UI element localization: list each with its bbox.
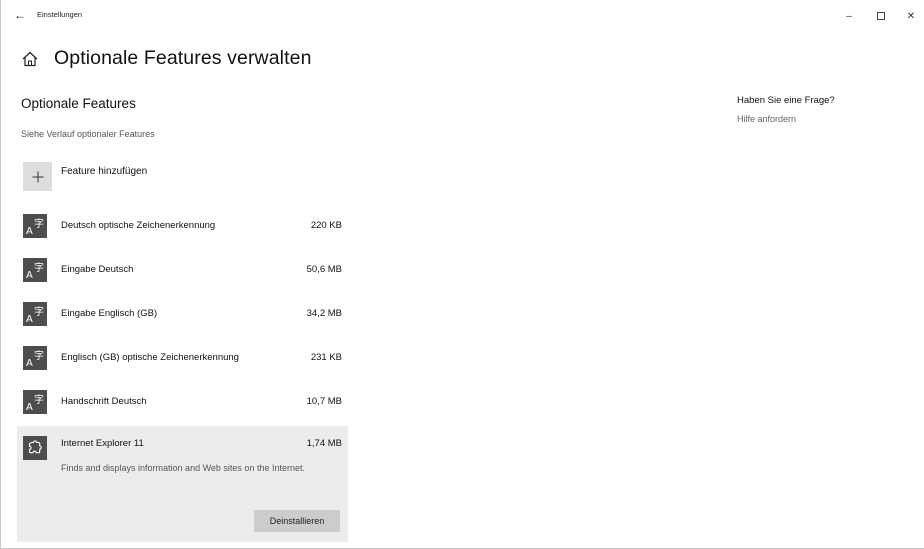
back-arrow-icon: ←: [14, 8, 26, 22]
feature-size: 231 KB: [310, 352, 342, 363]
add-feature-label[interactable]: Feature hinzufügen: [61, 166, 147, 177]
feature-item[interactable]: A 字 Handschrift Deutsch 10,7 MB: [17, 381, 348, 425]
feature-name: Deutsch optische Zeichenerkennung: [61, 220, 216, 231]
feature-size: 34,2 MB: [306, 308, 342, 319]
language-icon: A 字: [23, 302, 47, 326]
feature-item[interactable]: A 字 Englisch (GB) optische Zeichenerkenn…: [17, 337, 348, 381]
puzzle-icon: [23, 436, 47, 460]
svg-text:A: A: [26, 226, 33, 237]
help-link[interactable]: Hilfe anfordern: [737, 114, 796, 124]
svg-text:A: A: [26, 358, 33, 369]
svg-text:字: 字: [34, 217, 44, 230]
uninstall-button[interactable]: Deinstallieren: [254, 510, 340, 532]
feature-name: Englisch (GB) optische Zeichenerkennung: [61, 352, 239, 363]
plus-icon: [32, 171, 43, 182]
svg-text:字: 字: [34, 261, 44, 274]
feature-item[interactable]: A 字 Eingabe Deutsch 50,6 MB: [17, 249, 348, 293]
feature-size: 10,7 MB: [306, 396, 342, 407]
feature-name: Internet Explorer 11: [61, 438, 144, 449]
language-icon: A 字: [23, 214, 47, 238]
svg-text:A: A: [26, 402, 33, 413]
language-icon: A 字: [23, 346, 47, 370]
feature-item-selected[interactable]: Internet Explorer 11 1,74 MB Finds and d…: [17, 426, 348, 542]
home-icon[interactable]: [21, 50, 39, 68]
maximize-button[interactable]: [867, 4, 895, 28]
minimize-button[interactable]: –: [835, 4, 863, 28]
feature-list: A 字 Deutsch optische Zeichenerkennung 22…: [17, 205, 348, 542]
minimize-icon: –: [846, 10, 852, 22]
close-button[interactable]: ✕: [897, 4, 924, 28]
svg-text:字: 字: [34, 393, 44, 406]
maximize-icon: [877, 12, 885, 20]
window-title: Einstellungen: [37, 10, 83, 19]
settings-window: ← Einstellungen – ✕ Optionale Features v…: [0, 0, 924, 549]
title-bar: ← Einstellungen – ✕: [1, 0, 924, 32]
help-heading: Haben Sie eine Frage?: [737, 95, 835, 106]
language-icon: A 字: [23, 390, 47, 414]
history-link[interactable]: Siehe Verlauf optionaler Features: [21, 129, 155, 139]
feature-item[interactable]: A 字 Eingabe Englisch (GB) 34,2 MB: [17, 293, 348, 337]
feature-item[interactable]: A 字 Deutsch optische Zeichenerkennung 22…: [17, 205, 348, 249]
feature-description: Finds and displays information and Web s…: [61, 463, 305, 473]
feature-size: 1,74 MB: [306, 438, 342, 449]
svg-text:A: A: [26, 314, 33, 325]
page-header: Optionale Features verwalten: [21, 47, 312, 70]
svg-text:字: 字: [34, 305, 44, 318]
feature-size: 50,6 MB: [306, 264, 342, 275]
close-icon: ✕: [906, 10, 916, 22]
add-feature-button[interactable]: [23, 162, 52, 191]
back-button[interactable]: ←: [7, 2, 33, 28]
language-icon: A 字: [23, 258, 47, 282]
svg-text:字: 字: [34, 349, 44, 362]
feature-name: Eingabe Deutsch: [61, 264, 134, 275]
feature-size: 220 KB: [310, 220, 342, 231]
svg-text:A: A: [26, 270, 33, 281]
page-title: Optionale Features verwalten: [54, 47, 312, 69]
feature-name: Eingabe Englisch (GB): [61, 308, 158, 319]
section-title: Optionale Features: [21, 96, 136, 111]
feature-name: Handschrift Deutsch: [61, 396, 147, 407]
